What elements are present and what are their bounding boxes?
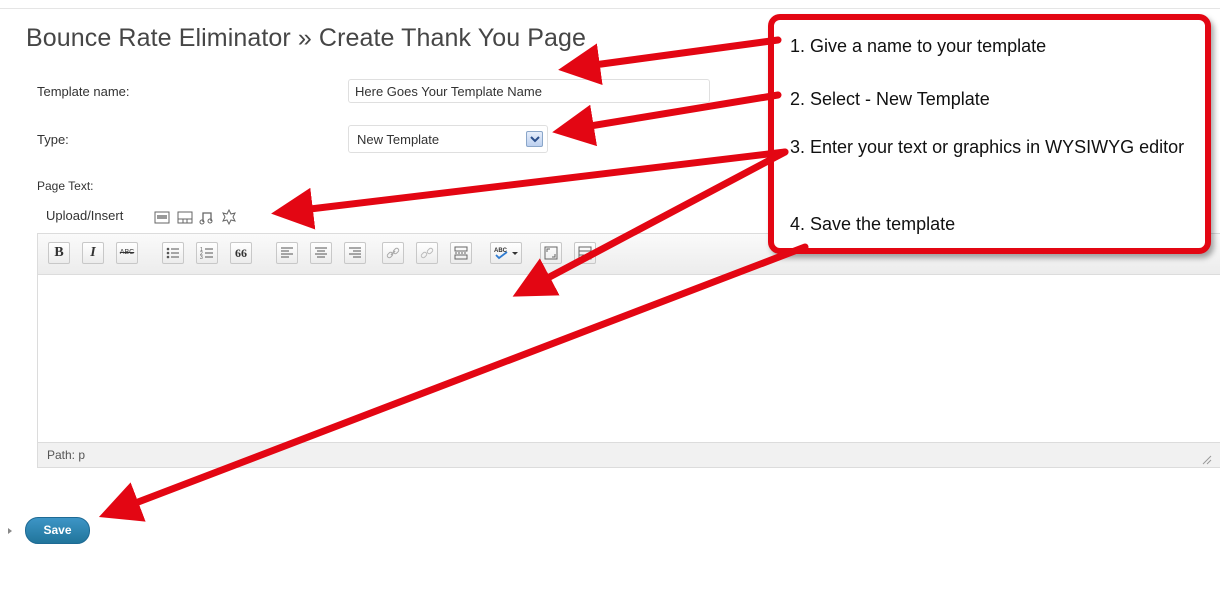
editor-path: Path: p <box>47 448 86 462</box>
bold-button[interactable]: B <box>48 242 70 264</box>
callout-step-1: 1. Give a name to your template <box>790 36 1047 56</box>
arrow-step-1 <box>558 36 782 86</box>
callout-step-4: 4. Save the template <box>790 214 956 234</box>
wysiwyg-editor: B I ABC 123 66 ABC Path: p <box>37 233 1220 468</box>
unlink-button[interactable] <box>416 242 438 264</box>
resize-grip-icon[interactable] <box>1202 455 1212 465</box>
link-icon <box>386 247 400 259</box>
expand-arrow-icon <box>8 528 12 534</box>
align-right-icon <box>349 247 361 258</box>
type-select[interactable]: New Template <box>348 125 548 153</box>
bullet-list-icon <box>166 247 179 259</box>
add-video-icon[interactable] <box>177 211 193 229</box>
upload-insert-label: Upload/Insert <box>46 208 124 223</box>
editor-statusbar: Path: p <box>38 442 1220 467</box>
top-divider <box>0 8 1220 9</box>
align-center-button[interactable] <box>310 242 332 264</box>
align-left-icon <box>281 247 293 258</box>
strikethrough-button[interactable]: ABC <box>116 242 138 264</box>
numbered-list-button[interactable]: 123 <box>196 242 218 264</box>
template-name-input[interactable] <box>348 79 710 103</box>
add-media-icon[interactable] <box>221 208 237 230</box>
callout-step-2: 2. Select - New Template <box>790 89 990 109</box>
template-name-label: Template name: <box>37 84 130 99</box>
chevron-down-icon[interactable] <box>526 131 543 147</box>
kitchen-sink-button[interactable] <box>574 242 596 264</box>
page-title: Bounce Rate Eliminator » Create Thank Yo… <box>26 24 587 52</box>
align-right-button[interactable] <box>344 242 366 264</box>
instructions-callout: 1. Give a name to your template 2. Selec… <box>768 14 1211 254</box>
editor-content-area[interactable] <box>38 275 1220 443</box>
align-center-icon <box>315 247 327 258</box>
svg-text:3: 3 <box>200 255 203 261</box>
callout-step-3: 3. Enter your text or graphics in WYSIWY… <box>790 137 1185 157</box>
numbered-list-icon: 123 <box>200 247 213 261</box>
spellcheck-button[interactable]: ABC <box>490 242 522 264</box>
italic-button[interactable]: I <box>82 242 104 264</box>
type-label: Type: <box>37 132 69 147</box>
insert-link-button[interactable] <box>382 242 404 264</box>
save-button[interactable]: Save <box>25 517 90 544</box>
bullet-list-button[interactable] <box>162 242 184 264</box>
unlink-icon <box>420 247 434 259</box>
spellcheck-icon: ABC <box>494 248 518 260</box>
arrow-step-3-toolbar <box>271 148 789 230</box>
kitchen-sink-icon <box>578 246 592 260</box>
blockquote-button[interactable]: 66 <box>230 242 252 264</box>
insert-more-button[interactable] <box>450 242 472 264</box>
align-left-button[interactable] <box>276 242 298 264</box>
read-more-icon <box>454 246 468 260</box>
fullscreen-icon <box>544 246 558 260</box>
page-text-label: Page Text: <box>37 179 94 193</box>
type-select-value: New Template <box>357 132 440 147</box>
add-audio-icon[interactable] <box>199 211 213 230</box>
fullscreen-button[interactable] <box>540 242 562 264</box>
add-image-icon[interactable] <box>154 211 170 229</box>
